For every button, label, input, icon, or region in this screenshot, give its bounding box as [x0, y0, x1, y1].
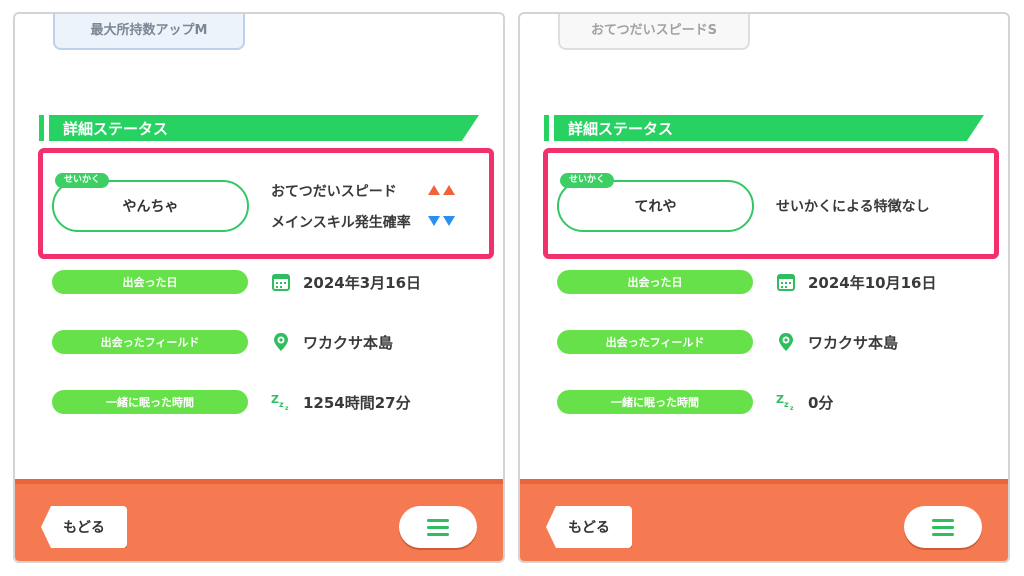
section-header: 詳細ステータス: [544, 115, 984, 141]
nature-effect-down-label: メインスキル発生確率: [271, 215, 411, 231]
sleep-time-value: 0分: [808, 394, 834, 412]
zzz-sleep-icon: Z z z: [776, 393, 794, 412]
footer-bar: もどる: [520, 479, 1008, 561]
hamburger-menu-icon: [427, 518, 449, 522]
section-header: 詳細ステータス: [39, 115, 479, 141]
met-date-label: 出会った日: [52, 270, 248, 294]
met-date-value: 2024年10月16日: [808, 274, 937, 292]
main-skill-label[interactable]: おてつだいスピードS: [558, 14, 750, 50]
met-field-label: 出会ったフィールド: [557, 330, 753, 354]
svg-text:z: z: [279, 400, 284, 409]
svg-text:z: z: [784, 400, 789, 409]
met-field-value: ワカクサ本島: [808, 334, 899, 352]
calendar-icon: [272, 274, 290, 291]
met-date-label: 出会った日: [557, 270, 753, 294]
menu-button[interactable]: [904, 506, 982, 548]
sleep-time-label: 一緒に眠った時間: [52, 390, 248, 414]
section-title: 詳細ステータス: [568, 120, 674, 138]
nature-tag: せいかく: [560, 173, 615, 188]
up-arrows-icon: [428, 185, 455, 195]
nature-tag: せいかく: [55, 173, 110, 188]
svg-text:z: z: [790, 405, 794, 412]
pokemon-detail-panel-right: おてつだいスピードS 詳細ステータス てれや せいかく せいかくによる特徴なし …: [518, 12, 1010, 563]
svg-text:Z: Z: [776, 393, 784, 406]
location-pin-icon: [779, 333, 793, 351]
down-arrows-icon: [428, 216, 455, 226]
section-accent: [39, 115, 44, 141]
met-date-value: 2024年3月16日: [303, 274, 422, 292]
main-skill-label[interactable]: 最大所持数アップM: [53, 14, 245, 50]
sleep-time-label: 一緒に眠った時間: [557, 390, 753, 414]
location-pin-icon: [274, 333, 288, 351]
zzz-sleep-icon: Z z z: [271, 393, 289, 412]
section-accent: [544, 115, 549, 141]
hamburger-menu-icon: [932, 518, 954, 522]
svg-text:z: z: [285, 405, 289, 412]
nature-effect-none: せいかくによる特徴なし: [776, 199, 930, 215]
back-button[interactable]: もどる: [41, 506, 127, 548]
met-field-value: ワカクサ本島: [303, 334, 394, 352]
nature-effect-up-label: おてつだいスピード: [271, 184, 397, 200]
section-title: 詳細ステータス: [63, 120, 169, 138]
svg-text:Z: Z: [271, 393, 279, 406]
footer-bar: もどる: [15, 479, 503, 561]
pokemon-detail-panel-left: 最大所持数アップM 詳細ステータス やんちゃ せいかく おてつだいスピード メイ…: [13, 12, 505, 563]
sleep-time-value: 1254時間27分: [303, 394, 411, 412]
back-button[interactable]: もどる: [546, 506, 632, 548]
met-field-label: 出会ったフィールド: [52, 330, 248, 354]
menu-button[interactable]: [399, 506, 477, 548]
calendar-icon: [777, 274, 795, 291]
